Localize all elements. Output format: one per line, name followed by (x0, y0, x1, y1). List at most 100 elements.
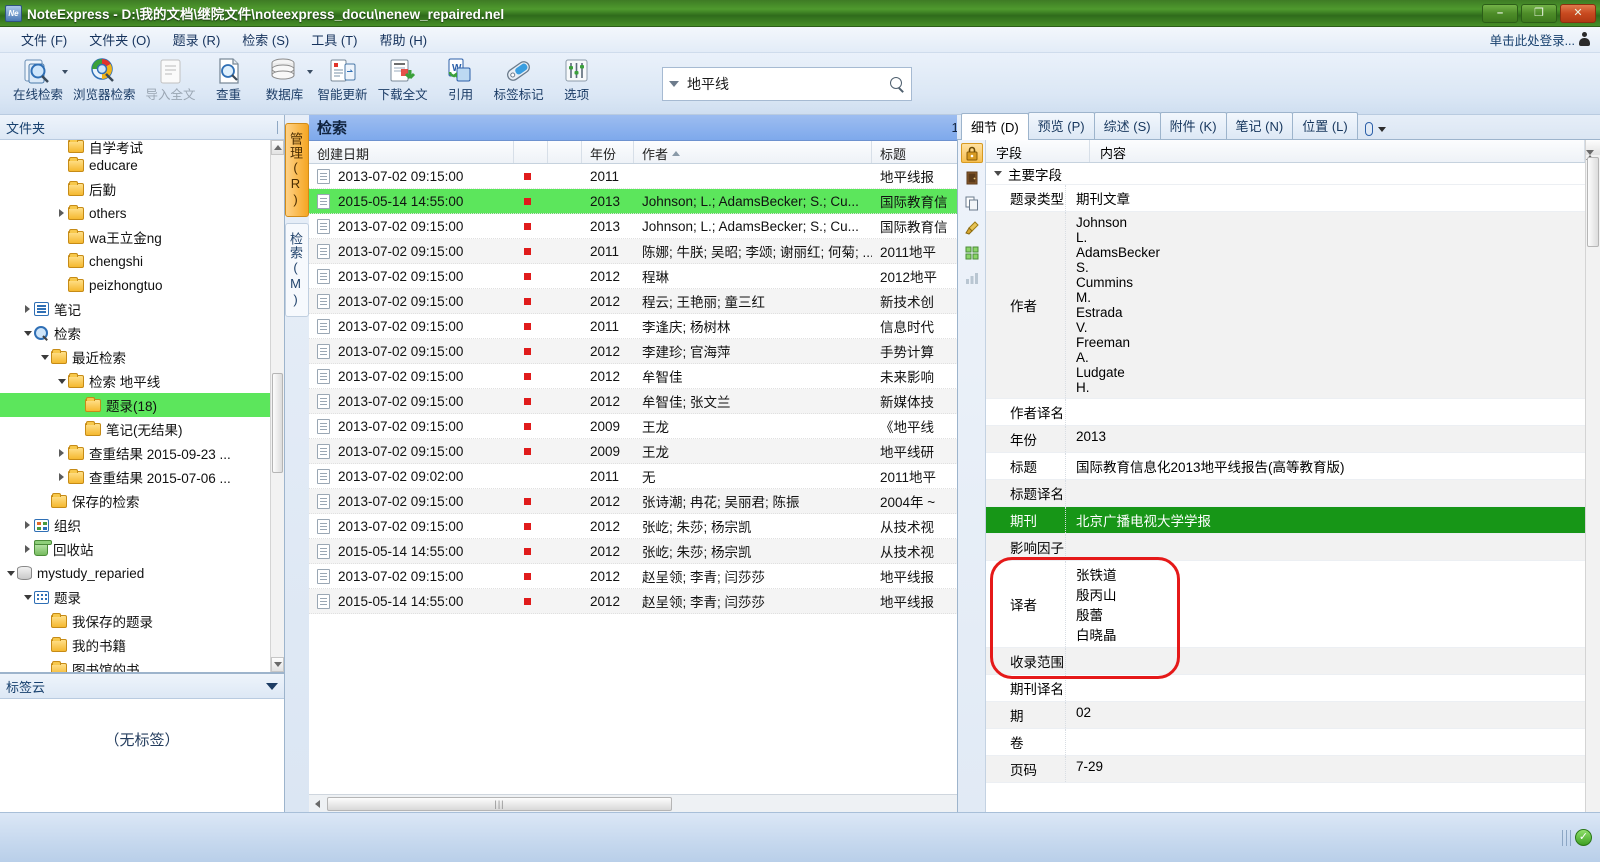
table-row[interactable]: 2013-07-02 09:15:00 2012 牟智佳 未来影响 (309, 364, 992, 389)
tab-attachment[interactable]: 附件 (K) (1159, 112, 1227, 139)
status-ok-icon[interactable]: ✓ (1575, 829, 1592, 846)
tab-location[interactable]: 位置 (L) (1292, 112, 1358, 139)
grid-icon[interactable] (961, 243, 983, 263)
table-row[interactable]: 2015-05-14 14:55:00 2012 张屹; 朱莎; 杨宗凯 从技术视 (309, 539, 992, 564)
detail-field-row[interactable]: 作者译名 (986, 399, 1585, 426)
tree-item-2[interactable]: 后勤 (0, 177, 270, 201)
table-row[interactable]: 2013-07-02 09:15:00 2012 李建珍; 官海萍 手势计算 (309, 339, 992, 364)
tree-item-14[interactable]: 查重结果 2015-07-06 ... (0, 465, 270, 489)
table-row[interactable]: 2013-07-02 09:15:00 2012 程云; 王艳丽; 童三红 新技术创 (309, 289, 992, 314)
tree-item-1[interactable]: educare (0, 153, 270, 177)
dedupe-button[interactable]: 查重 (201, 55, 257, 102)
tree-item-17[interactable]: 回收站 (0, 537, 270, 561)
tree-item-9[interactable]: 最近检索 (0, 345, 270, 369)
menu-folder[interactable]: 文件夹 (O) (78, 27, 161, 52)
tree-item-10[interactable]: 检索 地平线 (0, 369, 270, 393)
tree-item-12[interactable]: 笔记(无结果) (0, 417, 270, 441)
tree-twisty-closed-icon[interactable] (55, 201, 68, 225)
detail-field-row[interactable]: 年份 2013 (986, 426, 1585, 453)
tree-twisty-closed-icon[interactable] (55, 465, 68, 489)
login-link[interactable]: 单击此处登录... (1490, 30, 1600, 49)
tree-twisty-open-icon[interactable] (38, 345, 51, 369)
column-header-0[interactable]: 创建日期 (309, 141, 514, 163)
table-row[interactable]: 2013-07-02 09:15:00 2012 牟智佳; 张文兰 新媒体技 (309, 389, 992, 414)
scroll-up-button[interactable] (271, 140, 284, 155)
detail-tab-row[interactable]: 细节 (D) 预览 (P) 综述 (S) 附件 (K) 笔记 (N) 位置 (L) (957, 112, 1600, 140)
tree-item-5[interactable]: chengshi (0, 249, 270, 273)
detail-field-row[interactable]: 题录类型 期刊文章 (986, 185, 1585, 212)
menu-search[interactable]: 检索 (S) (231, 27, 300, 52)
detail-field-row[interactable]: 标题 国际教育信息化2013地平线报告(高等教育版) (986, 453, 1585, 480)
maximize-button[interactable]: ❐ (1521, 3, 1557, 23)
attachment-dropdown[interactable] (1357, 119, 1394, 139)
lock-icon[interactable] (960, 143, 983, 163)
table-row[interactable]: 2013-07-02 09:15:00 2013 Johnson; L.; Adam… (309, 214, 992, 239)
detail-field-row[interactable]: 译者 张铁道 殷丙山 殷蕾 白晓晶 (986, 561, 1585, 648)
import-fulltext-button[interactable]: 导入全文 (141, 55, 201, 102)
table-row[interactable]: 2015-05-14 14:55:00 2013 Johnson; L.; Adam… (309, 189, 992, 214)
detail-scroll-thumb[interactable] (1587, 157, 1599, 247)
menu-file[interactable]: 文件 (F) (10, 27, 78, 52)
tree-twisty-open-icon[interactable] (21, 321, 34, 345)
tree-item-6[interactable]: peizhongtuo (0, 273, 270, 297)
tagcloud-collapse-icon[interactable] (266, 682, 278, 690)
chart-icon[interactable] (961, 268, 983, 288)
detail-field-row[interactable]: 卷 (986, 729, 1585, 756)
smart-update-button[interactable]: 智能更新 (313, 55, 373, 102)
scroll-down-button[interactable] (271, 657, 284, 672)
menu-help[interactable]: 帮助 (H) (368, 27, 438, 52)
column-header-3[interactable]: 年份 (582, 141, 634, 163)
browser-search-button[interactable]: 浏览器检索 (68, 55, 141, 102)
detail-scrollbar[interactable] (1585, 140, 1600, 812)
database-button[interactable]: 数据库 (257, 55, 313, 102)
tree-item-7[interactable]: 笔记 (0, 297, 270, 321)
brush-icon[interactable] (961, 218, 983, 238)
folder-tree-scrollbar[interactable] (270, 140, 284, 672)
minimize-button[interactable]: – (1482, 3, 1518, 23)
column-header-4[interactable]: 作者 (634, 141, 872, 163)
chevron-down-icon[interactable] (669, 81, 679, 87)
table-row[interactable]: 2013-07-02 09:15:00 2009 王龙 地平线研 (309, 439, 992, 464)
tree-item-8[interactable]: 检索 (0, 321, 270, 345)
tree-item-4[interactable]: wa王立金ng (0, 225, 270, 249)
tree-item-19[interactable]: 题录 (0, 585, 270, 609)
copy-icon[interactable] (961, 193, 983, 213)
tab-preview[interactable]: 预览 (P) (1027, 112, 1095, 139)
detail-field-row[interactable]: 标题译名 (986, 480, 1585, 507)
column-header-1[interactable] (514, 141, 548, 163)
tree-item-16[interactable]: 组织 (0, 513, 270, 537)
detail-field-row[interactable]: 收录范围 (986, 648, 1585, 675)
tree-item-15[interactable]: 保存的检索 (0, 489, 270, 513)
detail-field-row[interactable]: 期 02 (986, 702, 1585, 729)
options-button[interactable]: 选项 (549, 55, 605, 102)
tree-twisty-closed-icon[interactable] (21, 297, 34, 321)
record-list-header[interactable]: 创建日期 年份 作者 标题 (309, 141, 992, 164)
tab-notes[interactable]: 笔记 (N) (1225, 112, 1294, 139)
tab-detail[interactable]: 细节 (D) (961, 113, 1029, 140)
chevron-down-icon[interactable] (1377, 126, 1386, 132)
door-icon[interactable] (961, 168, 983, 188)
download-fulltext-button[interactable]: 下载全文 (373, 55, 433, 102)
table-row[interactable]: 2013-07-02 09:15:00 2009 王龙 《地平线 (309, 414, 992, 439)
tree-item-0[interactable]: 自学考试 (0, 140, 270, 156)
folder-tree[interactable]: 自学考试 educare 后勤 others wa王立金ng chengshi peizho… (0, 140, 284, 672)
tab-summary[interactable]: 综述 (S) (1093, 112, 1161, 139)
table-row[interactable]: 2013-07-02 09:15:00 2012 张屹; 朱莎; 杨宗凯 从技术视 (309, 514, 992, 539)
tree-item-13[interactable]: 查重结果 2015-09-23 ... (0, 441, 270, 465)
group-expand-icon[interactable] (994, 171, 1002, 176)
tree-twisty-open-icon[interactable] (4, 561, 17, 585)
table-row[interactable]: 2013-07-02 09:15:00 2011 地平线报 (309, 164, 992, 189)
tag-mark-button[interactable]: 标签标记 (489, 55, 549, 102)
tree-item-3[interactable]: others (0, 201, 270, 225)
vtab-search[interactable]: 检索(M) (285, 223, 309, 317)
tree-twisty-open-icon[interactable] (21, 585, 34, 609)
table-row[interactable]: 2013-07-02 09:15:00 2011 陈娜; 牛朕; 吴昭; 李颂; 谢… (309, 239, 992, 264)
tree-item-18[interactable]: mystudy_reparied (0, 561, 270, 585)
detail-group-header[interactable]: 主要字段 (986, 163, 1585, 185)
hscroll-left-button[interactable] (309, 796, 325, 812)
tree-item-21[interactable]: 我的书籍 (0, 633, 270, 657)
cite-button[interactable]: W 引用 (433, 55, 489, 102)
detail-field-row[interactable]: 期刊 北京广播电视大学学报 (986, 507, 1585, 534)
tree-item-22[interactable]: 图书馆的书 (0, 657, 270, 672)
table-row[interactable]: 2013-07-02 09:15:00 2012 程琳 2012地平 (309, 264, 992, 289)
